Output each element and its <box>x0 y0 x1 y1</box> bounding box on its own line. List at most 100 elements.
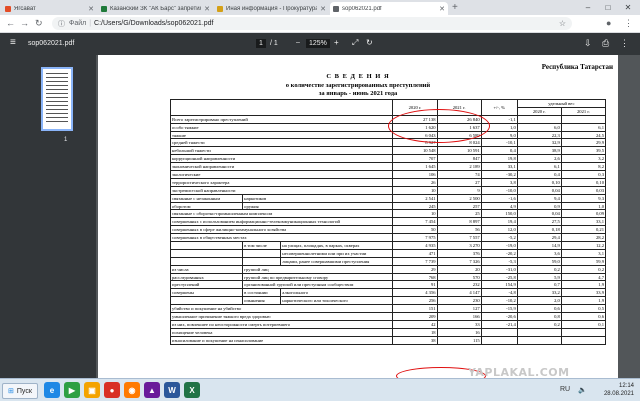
reload-icon[interactable]: ↻ <box>35 18 43 29</box>
profile-icon[interactable]: ● <box>606 18 611 29</box>
cell-s2 <box>560 335 607 345</box>
table-row: преступлений организованной группой или п… <box>169 280 607 290</box>
cell-s1: 3,6 <box>516 248 562 258</box>
tab-kazan-news[interactable]: Казанский ЗК "АК Барс" запретил ✕ <box>98 2 213 15</box>
cell-a: Всего зарегистрировано преступлений <box>169 114 394 124</box>
cell-a: похищение человека <box>169 327 394 337</box>
start-button[interactable]: ⊞ Пуск <box>2 383 38 399</box>
cell-s2: 59,9 <box>560 256 607 266</box>
cell-v1: 7 454 <box>392 217 438 227</box>
back-arrow-icon[interactable]: ← <box>6 18 15 29</box>
table-row: изнасилование и покушение на изнасилован… <box>169 335 607 345</box>
download-icon[interactable]: ⇩ <box>584 38 592 49</box>
tab-title: Казанский ЗК "АК Барс" запретил <box>110 5 202 12</box>
cell-c: лицами, ранее совершавшими преступления <box>280 256 394 266</box>
close-tab-icon[interactable]: ✕ <box>436 5 448 13</box>
volume-icon[interactable]: 🔈 <box>578 386 587 394</box>
ie-icon[interactable]: e <box>44 382 60 398</box>
cell-s1: 33,2 <box>516 288 562 298</box>
tab-strip: Ягсават ✕ Казанский ЗК "АК Барс" запрети… <box>0 0 640 15</box>
tab-yaplakal[interactable]: Ягсават ✕ <box>2 2 97 15</box>
cell-s2: 0,03 <box>560 185 607 195</box>
header-share: удельный вес <box>516 99 607 108</box>
cell-a <box>169 256 244 266</box>
cell-s1: 2,6 <box>516 154 562 164</box>
thumbnail-sidebar: 1 <box>0 55 96 378</box>
chrome-icon[interactable]: ● <box>104 382 120 398</box>
pdf-page: Республика Татарстан С В Е Д Е Н И Я о к… <box>98 55 618 385</box>
close-tab-icon[interactable]: ✕ <box>201 5 213 13</box>
zoom-level[interactable]: 125% <box>306 39 330 48</box>
menu-icon[interactable]: ⋮ <box>624 18 633 29</box>
doc-period: за январь - июнь 2021 года <box>318 90 398 97</box>
page-thumbnail[interactable] <box>41 67 73 131</box>
cell-a: средней тяжести <box>169 138 394 148</box>
cell-v1: 471 <box>392 248 438 258</box>
file-explorer-icon[interactable]: ▣ <box>84 382 100 398</box>
cell-v1: 106 <box>392 170 438 179</box>
cell-s2: 0,3 <box>560 170 607 179</box>
cell-b: опьянения <box>242 296 282 306</box>
zoom-out-button[interactable]: – <box>296 39 300 46</box>
firefox-icon[interactable]: ◉ <box>124 382 140 398</box>
cell-v1: 209 <box>392 312 438 321</box>
print-icon[interactable]: ⎙ <box>602 38 609 49</box>
table-row: коррупционной направленности 707 847 19,8 2,… <box>169 154 607 164</box>
table-row: из числа группой лиц 29 20 -31,0 0,2 0,2 <box>169 264 607 274</box>
cell-s2: 29,9 <box>560 138 607 148</box>
system-clock[interactable]: 12:14 28.08.2021 <box>604 382 634 398</box>
cell-v2: 33 <box>436 319 482 329</box>
cell-s1: 0,18 <box>516 225 562 235</box>
cell-a: тяжкие <box>169 130 394 140</box>
cell-s2: 1,0 <box>560 201 607 211</box>
maximize-button[interactable]: □ <box>598 0 618 15</box>
cell-s1: 2,0 <box>516 296 562 306</box>
close-tab-icon[interactable]: ✕ <box>317 5 329 13</box>
cell-v2: 7 557 <box>436 233 482 243</box>
windows-logo-icon: ⊞ <box>8 388 14 395</box>
cell-b: группой лиц <box>242 264 394 274</box>
minimize-button[interactable]: – <box>578 0 598 15</box>
cell-s2: 0,09 <box>560 209 607 219</box>
cell-s1: 0,7 <box>516 280 562 290</box>
app-icon[interactable]: ▲ <box>144 382 160 398</box>
table-row: совершены в состоянии алкогольного 4 356 4 1… <box>169 288 607 298</box>
table-row: оборотом оружия 245 257 4,9 0,9 1,0 <box>169 201 607 211</box>
table-row: опьянения наркотического или токсического… <box>169 296 607 306</box>
cell-v2: 8 897 <box>436 217 482 227</box>
bookmark-star-icon[interactable]: ☆ <box>559 17 566 30</box>
cell-ch: -21,4 <box>480 319 518 329</box>
table-row: связанные с оборотно-промышленным компле… <box>169 209 607 219</box>
cell-v2: 2 189 <box>436 162 482 172</box>
excel-icon[interactable]: X <box>184 382 200 398</box>
language-indicator[interactable]: RU <box>560 386 570 393</box>
close-window-button[interactable]: ✕ <box>618 0 638 15</box>
media-player-icon[interactable]: ▶ <box>64 382 80 398</box>
more-options-icon[interactable]: ⋮ <box>620 38 629 49</box>
page-number-input[interactable]: 1 <box>256 39 266 48</box>
hamburger-menu-icon[interactable]: ≡ <box>10 37 16 48</box>
fit-page-icon[interactable]: ⤢ <box>352 38 358 48</box>
cell-ch: -5,2 <box>480 233 518 243</box>
forward-arrow-icon[interactable]: → <box>20 18 29 29</box>
close-tab-icon[interactable]: ✕ <box>85 5 97 13</box>
cell-v2: 570 <box>436 272 482 282</box>
cell-ch: 9,0 <box>480 130 518 140</box>
rotate-icon[interactable]: ↻ <box>366 38 373 47</box>
tab-pdf[interactable]: sop062021.pdf ✕ <box>330 2 448 15</box>
cell-s1: 27,5 <box>516 217 562 227</box>
doc-subtitle: о количестве зарегистрированных преступл… <box>285 82 431 89</box>
zoom-in-button[interactable]: + <box>334 38 339 47</box>
start-label: Пуск <box>16 387 32 395</box>
cell-ch: 19,8 <box>480 154 518 164</box>
doc-title: С В Е Д Е Н И Я <box>326 73 390 80</box>
table-row: лицами, ранее совершавшими преступления 7… <box>169 256 607 266</box>
tab-prokuratura[interactable]: Иная информация - Прокуратура ✕ <box>214 2 329 15</box>
info-icon[interactable]: ⓘ <box>58 19 65 29</box>
url-field[interactable]: ⓘ Файл | C:/Users/G/Downloads/sop062021.… <box>52 17 572 30</box>
table-row: средней тяжести 8 927 8 024 -10,1 32,9 29,9 <box>169 138 607 148</box>
url-text: C:/Users/G/Downloads/sop062021.pdf <box>94 20 214 27</box>
new-tab-button[interactable]: + <box>452 2 458 14</box>
word-icon[interactable]: W <box>164 382 180 398</box>
cell-s1: 0,10 <box>516 177 562 187</box>
